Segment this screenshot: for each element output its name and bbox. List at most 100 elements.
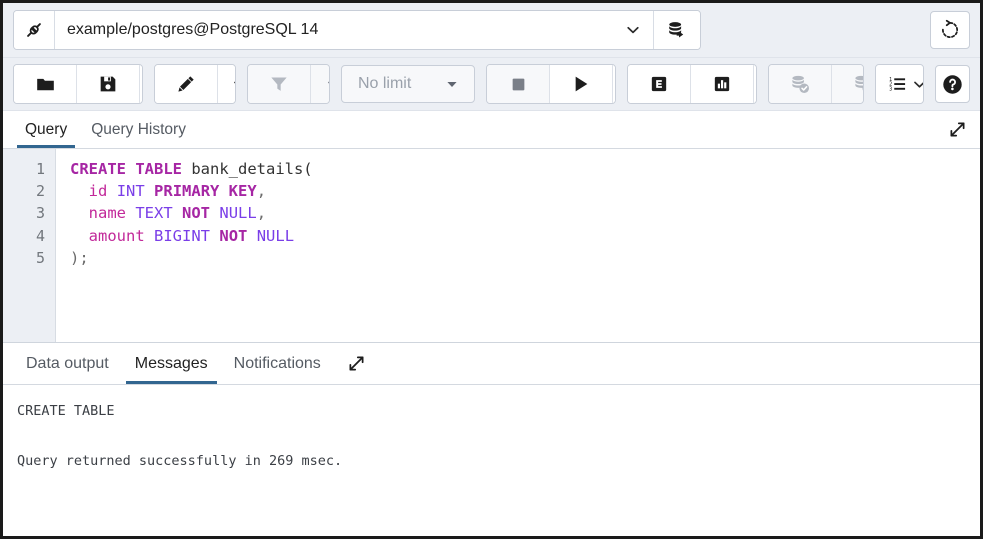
code-token: PRIMARY KEY xyxy=(154,182,257,201)
plug-link-icon xyxy=(14,11,55,49)
row-limit-select[interactable]: No limit xyxy=(340,65,476,103)
editor-tabstrip: Query Query History xyxy=(3,111,980,149)
expand-diagonal-icon xyxy=(947,119,968,140)
code-token: NULL xyxy=(256,226,295,245)
connection-bar: example/postgres@PostgreSQL 14 xyxy=(3,3,980,58)
help-button[interactable] xyxy=(934,65,970,103)
line-number: 1 xyxy=(35,160,45,178)
output-tabstrip: Data output Messages Notifications xyxy=(3,343,980,385)
filter-dropdown[interactable] xyxy=(311,65,329,103)
bar-chart-icon xyxy=(712,74,732,94)
tab-notifications-label: Notifications xyxy=(233,354,321,372)
tab-messages[interactable]: Messages xyxy=(122,343,221,384)
save-file-button[interactable] xyxy=(77,65,140,103)
execute-query-button[interactable] xyxy=(550,65,614,103)
code-token: NOT xyxy=(182,204,211,223)
editor-gutter: 1 2 3 4 5 xyxy=(3,149,56,342)
open-file-button[interactable] xyxy=(14,65,77,103)
editor-expand-button[interactable] xyxy=(934,111,980,148)
tab-query-history-label: Query History xyxy=(91,120,186,138)
code-token: NULL xyxy=(219,204,257,223)
commit-button[interactable] xyxy=(769,65,833,103)
code-token: , xyxy=(256,204,267,223)
code-token: , xyxy=(256,182,267,201)
output-expand-button[interactable] xyxy=(334,343,380,384)
filter-button[interactable] xyxy=(248,65,312,103)
tab-notifications[interactable]: Notifications xyxy=(221,343,334,384)
edit-dropdown[interactable] xyxy=(217,65,236,103)
file-button-group xyxy=(13,64,143,104)
play-triangle-icon xyxy=(571,74,591,94)
tab-query[interactable]: Query xyxy=(13,111,79,148)
folder-icon xyxy=(35,74,56,95)
connection-select[interactable]: example/postgres@PostgreSQL 14 xyxy=(55,11,654,49)
sql-code[interactable]: CREATE TABLE bank_details( id INT PRIMAR… xyxy=(56,149,980,342)
tab-data-output[interactable]: Data output xyxy=(13,343,122,384)
code-token: ); xyxy=(70,248,89,267)
code-token: amount xyxy=(88,226,145,245)
code-token: BIGINT xyxy=(154,226,211,245)
code-line: CREATE TABLE bank_details( xyxy=(70,158,980,180)
chevron-down-icon xyxy=(912,77,923,92)
connection-selector-group: example/postgres@PostgreSQL 14 xyxy=(13,10,701,50)
execute-button-group xyxy=(486,64,617,104)
svg-text:3: 3 xyxy=(889,86,892,92)
code-line: id INT PRIMARY KEY, xyxy=(70,180,980,202)
question-circle-icon xyxy=(941,73,964,96)
code-line: name TEXT NOT NULL, xyxy=(70,202,980,224)
tab-query-label: Query xyxy=(25,120,68,138)
chevron-down-icon xyxy=(232,77,236,92)
stop-query-button[interactable] xyxy=(487,65,551,103)
save-file-dropdown[interactable] xyxy=(140,65,142,103)
caret-down-icon xyxy=(444,76,460,92)
chevron-down-icon xyxy=(326,77,329,92)
filter-button-group xyxy=(247,64,330,104)
explain-button-group xyxy=(627,64,758,104)
explain-button[interactable] xyxy=(628,65,692,103)
code-token: name xyxy=(88,204,126,223)
explain-e-icon xyxy=(649,74,669,94)
numbered-list-icon: 1 2 3 xyxy=(887,74,909,94)
pencil-icon xyxy=(176,74,196,94)
tab-messages-label: Messages xyxy=(134,354,208,372)
editor-tabstrip-spacer xyxy=(198,111,934,148)
macros-button[interactable]: 1 2 3 xyxy=(876,65,923,103)
execute-dropdown[interactable] xyxy=(613,65,616,103)
database-rollback-icon xyxy=(852,73,864,95)
edit-button[interactable] xyxy=(154,65,218,103)
explain-analyze-button[interactable] xyxy=(691,65,755,103)
query-toolbar: No limit 1 2 3 xyxy=(3,58,980,111)
code-token: id xyxy=(88,182,108,201)
sql-editor[interactable]: 1 2 3 4 5 CREATE TABLE bank_details( id INT … xyxy=(3,149,980,343)
rollback-button[interactable] xyxy=(832,65,864,103)
reset-layout-icon xyxy=(939,19,961,41)
line-number: 3 xyxy=(35,204,45,223)
code-token: INT xyxy=(116,182,145,201)
stop-square-icon xyxy=(509,75,528,94)
floppy-disk-icon xyxy=(98,74,118,94)
expand-diagonal-icon xyxy=(346,353,367,374)
reset-layout-button[interactable] xyxy=(930,11,970,49)
transaction-button-group xyxy=(768,64,865,104)
database-connect-button[interactable] xyxy=(654,11,700,49)
code-line: amount BIGINT NOT NULL xyxy=(70,225,980,247)
code-line: ); xyxy=(70,247,980,269)
messages-output: CREATE TABLE Query returned successfully… xyxy=(3,385,980,536)
connection-string: example/postgres@PostgreSQL 14 xyxy=(67,21,319,38)
explain-dropdown[interactable] xyxy=(754,65,757,103)
pgadmin-query-tool: example/postgres@PostgreSQL 14 No limit … xyxy=(0,0,983,539)
tab-query-history[interactable]: Query History xyxy=(79,111,198,148)
database-check-icon xyxy=(789,73,811,95)
code-token: CREATE TABLE xyxy=(70,160,182,178)
line-number: 4 xyxy=(35,226,45,245)
